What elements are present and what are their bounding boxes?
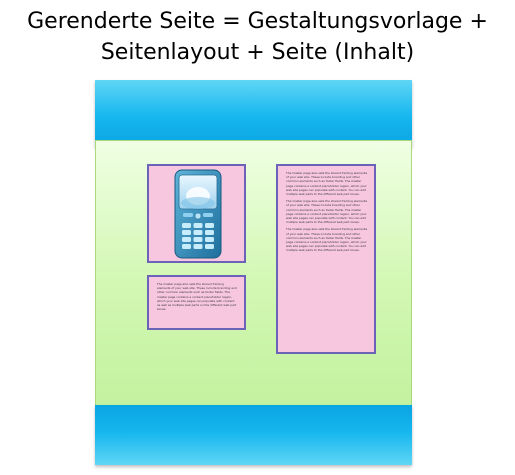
title-line-1: Gerenderte Seite = Gestaltungsvorlage + — [27, 9, 488, 34]
title-line-2: Seitenlayout + Seite (Inhalt) — [100, 40, 415, 65]
tall-text-paragraph-2: The master page also sets the shared fra… — [286, 199, 368, 225]
master-footer-band — [95, 405, 412, 465]
small-text-block: The master page also sets the shared fra… — [157, 282, 238, 324]
small-text-box: The master page also sets the shared fra… — [147, 275, 246, 330]
master-header-band — [95, 80, 412, 147]
phone-image-box — [147, 164, 246, 263]
tall-text-paragraph-1: The master page also sets the shared fra… — [286, 171, 368, 197]
mobile-phone-icon — [174, 169, 222, 259]
tall-text-block: The master page also sets the shared fra… — [286, 171, 368, 348]
tall-text-box: The master page also sets the shared fra… — [276, 164, 376, 354]
diagram-title: Gerenderte Seite = Gestaltungsvorlage + … — [0, 6, 515, 68]
small-text-paragraph: The master page also sets the shared fra… — [157, 282, 237, 312]
tall-text-paragraph-3: The master page also sets the shared fra… — [286, 227, 368, 253]
